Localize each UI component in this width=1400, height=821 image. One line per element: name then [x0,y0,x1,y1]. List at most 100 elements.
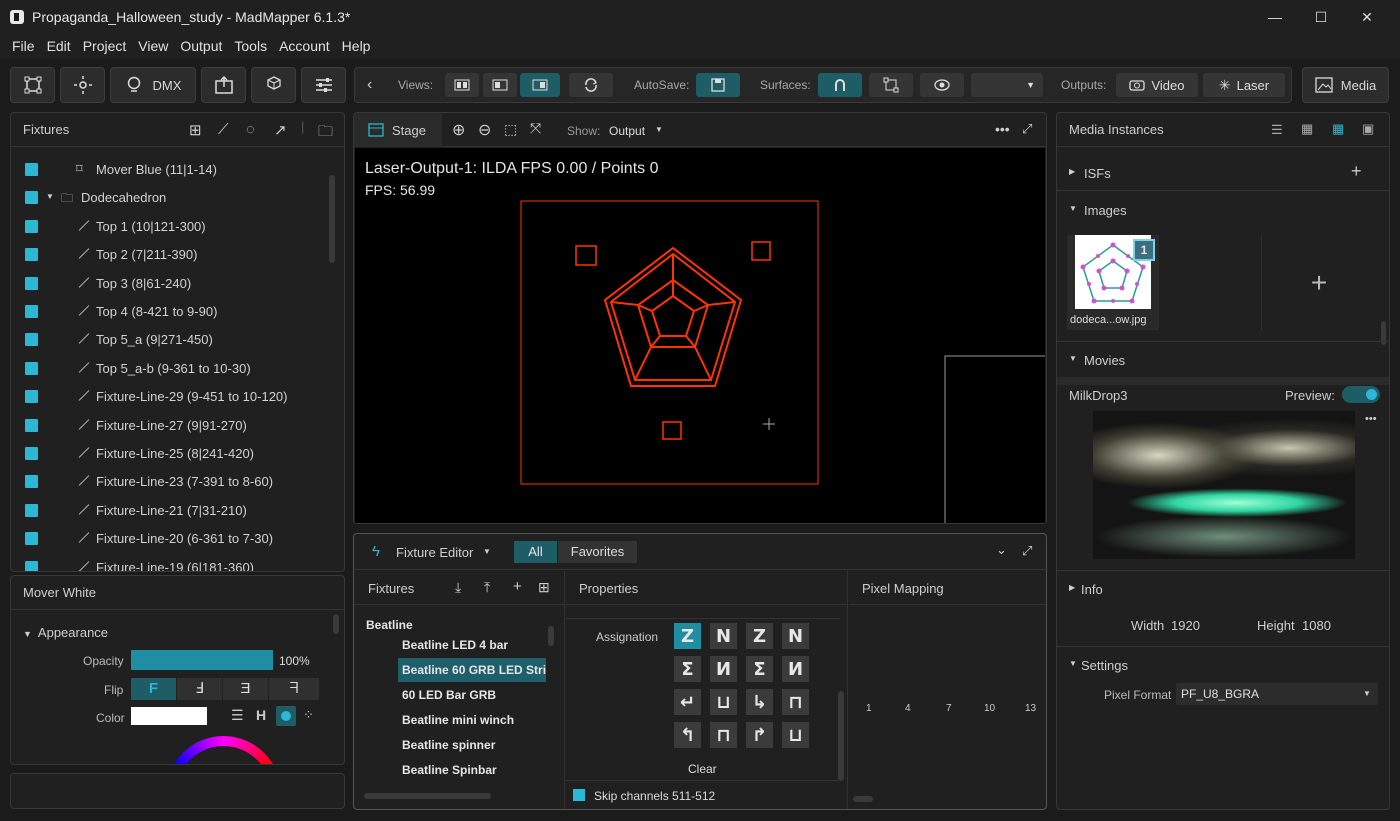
dodecahedron-shape[interactable] [603,246,743,387]
assignation-pattern-button[interactable]: ↳ [746,689,773,715]
list-view-icon[interactable]: ☰ [1271,122,1283,138]
fixture-color-swatch[interactable] [25,248,38,262]
add-icon[interactable]: + [513,578,522,595]
menu-project[interactable]: Project [83,38,127,54]
fixture-row[interactable]: Fixture-Line-21 (7|31-210) [11,496,331,524]
skip-channels-checkbox[interactable] [573,789,585,801]
assignation-pattern-button[interactable]: N [782,623,809,649]
settings-mode-button[interactable] [301,67,346,103]
preview-toggle[interactable] [1342,386,1380,403]
image-thumbnail[interactable]: 1 dodeca...ow.jpg [1067,235,1159,330]
mover-square[interactable] [751,241,771,261]
view-center-button[interactable] [483,73,517,97]
fixture-color-swatch[interactable] [25,447,38,460]
fixture-library-item[interactable]: Beatline mini winch [398,708,546,732]
3d-mode-button[interactable] [251,67,296,103]
fixture-row[interactable]: Fixture-Line-20 (6-361 to 7-30) [11,524,331,552]
fixture-color-swatch[interactable] [25,532,38,546]
light-mode-button[interactable] [60,67,105,103]
fixture-color-swatch[interactable] [25,276,38,290]
close-button[interactable]: ✕ [1344,0,1390,34]
menu-edit[interactable]: Edit [47,38,71,54]
fixture-color-swatch[interactable] [25,163,38,176]
pixel-format-select[interactable]: PF_U8_BGRA ▼ [1176,683,1378,705]
add-folder-icon[interactable]: ⊞ [538,579,550,596]
color-hsv-icon[interactable]: H [256,707,266,723]
fixture-library-item[interactable]: Beatline LED 4 bar [398,633,546,657]
add-fixture-icon[interactable]: ⊞ [189,121,202,139]
clear-button[interactable]: Clear [688,762,717,776]
assignation-pattern-button[interactable]: Σ [674,656,701,682]
surface-handles-button[interactable] [869,73,913,97]
assignation-pattern-button[interactable]: Z [674,623,701,649]
surface-dropdown[interactable]: ▼ [971,73,1043,97]
color-list-icon[interactable]: ☰ [231,707,244,724]
assignation-pattern-button[interactable]: ⊔ [782,722,809,748]
surface-mode-button[interactable] [10,67,55,103]
menu-file[interactable]: File [12,38,35,54]
mover-square[interactable] [575,245,597,266]
color-wheel-button[interactable] [276,706,296,726]
add-circle-icon[interactable]: ◌ [246,121,255,138]
grid-small-icon[interactable]: ▦ [1301,121,1313,137]
assignation-pattern-button[interactable]: И [782,656,809,682]
fixture-row[interactable]: Top 3 (8|61-240) [11,269,331,297]
assignation-pattern-button[interactable]: ⊓ [710,722,737,748]
more-icon[interactable]: ••• [1365,413,1377,425]
assignation-pattern-button[interactable]: N [710,623,737,649]
add-image-icon[interactable]: + [1272,235,1366,330]
menu-view[interactable]: View [138,38,168,54]
assignation-pattern-button[interactable]: Z [746,623,773,649]
add-group-icon[interactable]: 🗀 [318,121,333,146]
autosave-button[interactable] [696,73,740,97]
expand-icon[interactable]: ⤢ [1022,543,1032,559]
mover-square[interactable] [662,421,682,440]
movies-section[interactable]: ▼ Movies [1057,341,1389,377]
output-mode-button[interactable] [201,67,246,103]
fixture-color-swatch[interactable] [25,305,38,318]
fixture-color-swatch[interactable] [25,390,38,404]
media-button[interactable]: Media [1302,67,1389,103]
flip-vertical-button[interactable]: Ǝ [223,678,268,700]
zoom-out-icon[interactable]: ⊖ [478,120,491,140]
menu-help[interactable]: Help [342,38,371,54]
fixture-color-swatch[interactable] [25,361,38,375]
grid-large-icon[interactable]: ▣ [1362,121,1374,137]
import-icon[interactable]: ⤓ [455,579,461,596]
properties-scrollbar[interactable] [838,691,844,781]
video-output-button[interactable]: Video [1116,73,1198,97]
fixture-editor-title[interactable]: Fixture Editor [396,545,473,560]
menu-account[interactable]: Account [279,38,330,54]
add-line-icon[interactable]: ⟋ [218,121,229,138]
appearance-section[interactable]: ▼ Appearance [23,625,108,640]
laser-output-button[interactable]: ✳ Laser [1203,73,1285,97]
flip-both-button[interactable]: ᖷ [269,678,319,700]
fixture-library-item[interactable]: 60 LED Bar GRB [398,683,546,707]
opacity-slider[interactable] [131,650,273,670]
fixture-row[interactable]: Fixture-Line-25 (8|241-420) [11,439,331,467]
collapse-chevron-icon[interactable]: ‹ [367,76,372,94]
grid-medium-icon[interactable]: ▦ [1332,121,1344,137]
dmx-button[interactable]: DMX [110,67,196,103]
fixture-color-swatch[interactable] [25,191,38,205]
fixture-color-swatch[interactable] [25,219,38,233]
surface-magnet-button[interactable] [818,73,862,97]
fixture-color-swatch[interactable] [25,560,38,571]
expand-icon[interactable]: ⤢ [1022,121,1032,137]
menu-output[interactable]: Output [180,38,222,54]
fixture-color-swatch[interactable] [25,333,38,347]
assignation-pattern-button[interactable]: И [710,656,737,682]
fixtures-scrollbar[interactable] [329,175,335,263]
view-right-button[interactable] [520,73,560,97]
fixture-library-item[interactable]: Beatline spinner [398,733,546,757]
tab-all[interactable]: All [514,541,557,563]
flip-horizontal-button[interactable]: Ⅎ [177,678,222,700]
fit-view-icon[interactable]: ⤧ [530,120,541,137]
chevron-down-icon[interactable]: ▼ [46,192,54,201]
show-dropdown[interactable]: Output [609,124,645,138]
maximize-button[interactable]: ☐ [1298,0,1344,34]
assignation-pattern-button[interactable]: ↰ [674,722,701,748]
settings-section[interactable]: ▼ Settings [1057,646,1389,682]
fixture-row[interactable]: Top 5_a-b (9-361 to 10-30) [11,354,331,382]
surface-visibility-button[interactable] [920,73,964,97]
